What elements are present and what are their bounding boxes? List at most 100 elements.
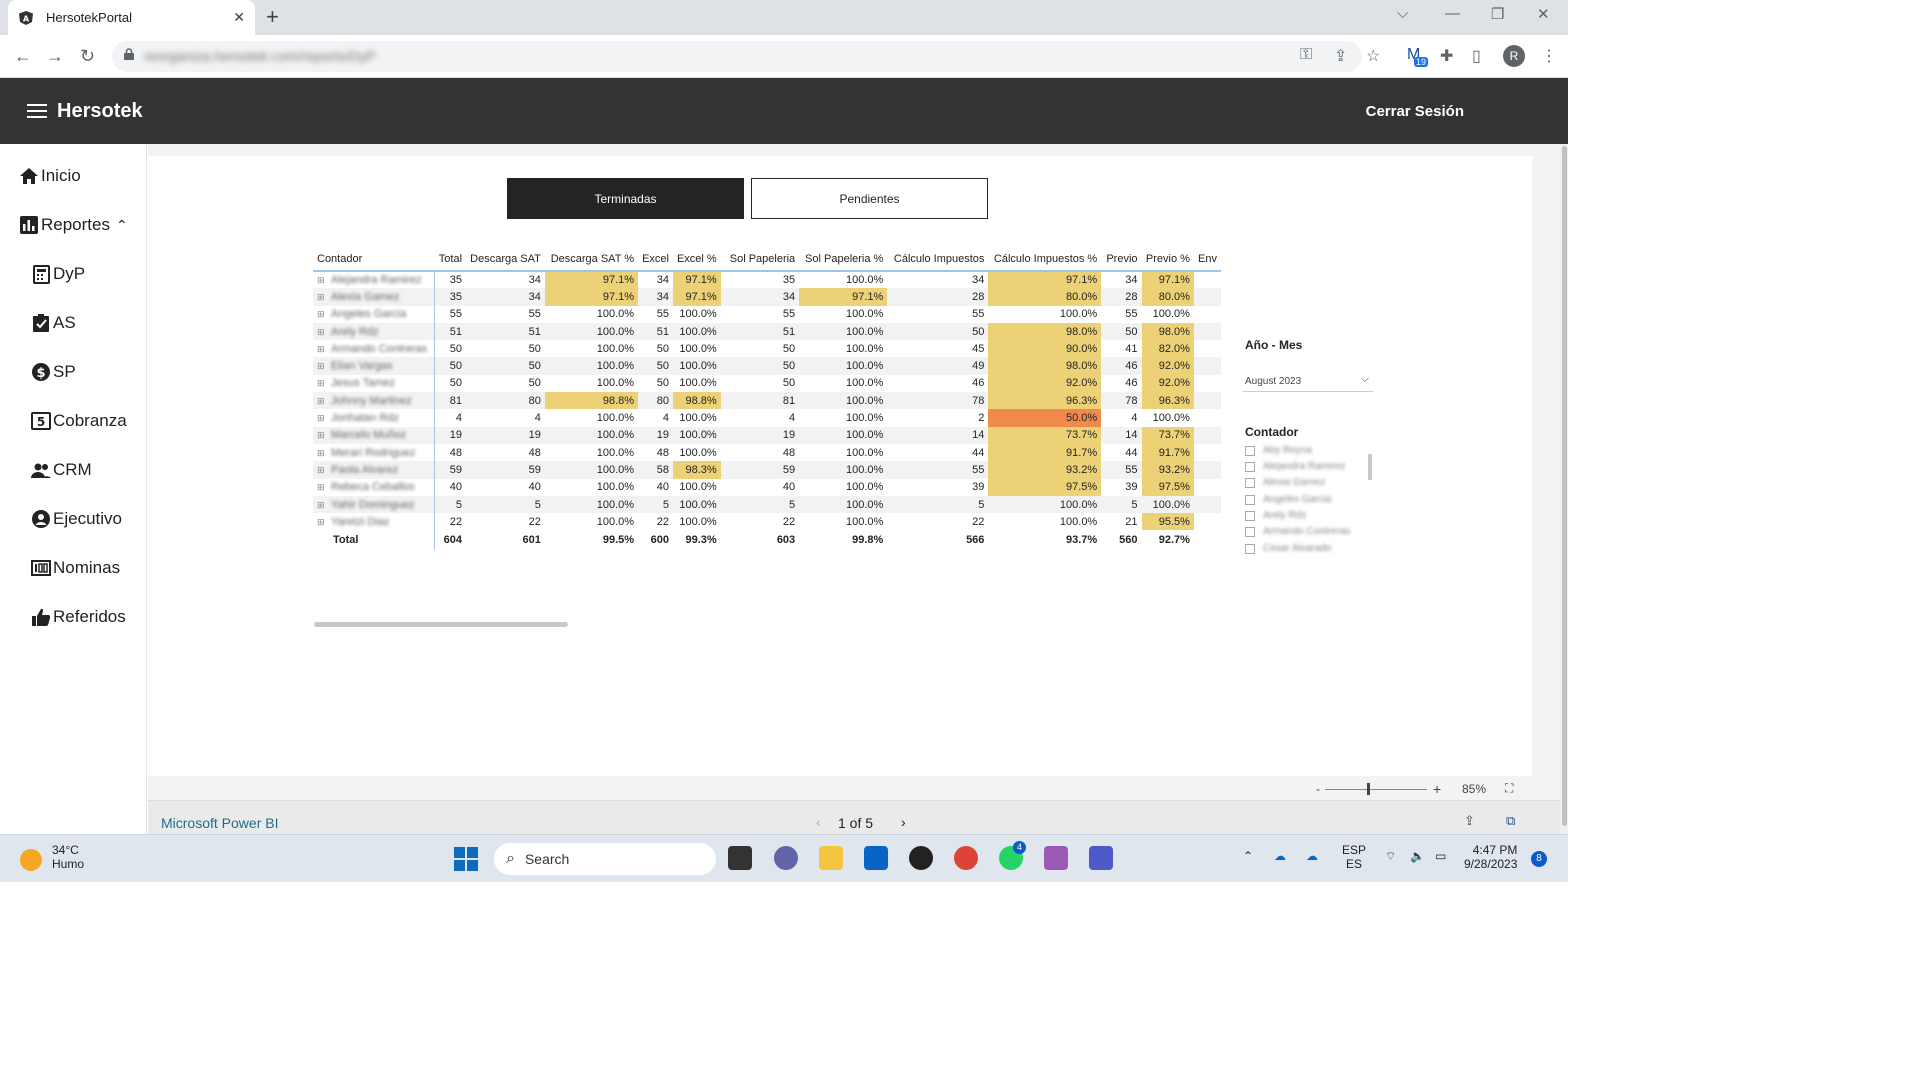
contador-option[interactable]: Cesar Alvarado: [1245, 543, 1331, 554]
teams-icon[interactable]: [1089, 846, 1113, 870]
expand-icon[interactable]: ⊞: [317, 327, 325, 338]
notification-badge[interactable]: 8: [1531, 851, 1547, 867]
expand-icon[interactable]: ⊞: [317, 465, 325, 476]
table-row[interactable]: ⊞ Johnny Martinez 81 80 98.8% 80 98.8% 81 100.0%…: [313, 392, 1221, 410]
zoom-slider[interactable]: [1325, 789, 1427, 790]
row-label[interactable]: ⊞ Rebeca Ceballos: [313, 478, 435, 496]
expand-icon[interactable]: ⊞: [317, 430, 325, 441]
key-icon[interactable]: ⚿: [1300, 46, 1312, 64]
total-row[interactable]: Total 604 601 99.5% 600 99.3% 603 99.8% 566 93.7%…: [313, 530, 1221, 551]
column-header[interactable]: Total: [434, 247, 467, 272]
table-row[interactable]: ⊞ Paola Alvarez 59 59 100.0% 58 98.3% 59 100.0% 5…: [313, 461, 1221, 479]
column-header[interactable]: Excel %: [672, 247, 721, 272]
battery-icon[interactable]: ▭: [1435, 849, 1446, 863]
maximize-icon[interactable]: ❐: [1491, 5, 1504, 23]
sidebar-item-inicio[interactable]: Inicio: [19, 166, 81, 186]
sidebar-item-dyp[interactable]: DyP: [31, 264, 85, 284]
forward-icon[interactable]: →: [46, 46, 64, 67]
windows-start-icon[interactable]: [454, 847, 478, 871]
expand-icon[interactable]: ⊞: [317, 482, 325, 493]
sidebar-item-referidos[interactable]: Referidos: [31, 607, 126, 627]
column-header[interactable]: Excel: [638, 247, 673, 272]
table-row[interactable]: ⊞ Jesus Tamez 50 50 100.0% 50 100.0% 50 100.0% 46…: [313, 374, 1221, 393]
back-icon[interactable]: ←: [14, 46, 32, 67]
contador-option[interactable]: Armando Contreras: [1245, 526, 1350, 537]
table-row[interactable]: ⊞ Armando Contreras 50 50 100.0% 50 100.0% 50 10…: [313, 340, 1221, 358]
column-header[interactable]: Previo: [1101, 247, 1142, 272]
share-report-icon[interactable]: ⇪: [1464, 813, 1475, 829]
column-header[interactable]: Previo %: [1141, 247, 1194, 272]
task-view-icon[interactable]: [728, 846, 752, 870]
table-row[interactable]: ⊞ Merari Rodriguez 48 48 100.0% 48 100.0% 48 100…: [313, 443, 1221, 462]
volume-icon[interactable]: 🔈: [1410, 849, 1425, 863]
row-label[interactable]: ⊞ Yahir Dominguez: [313, 495, 435, 514]
table-row[interactable]: ⊞ Arely Rdz 51 51 100.0% 51 100.0% 51 100.0% 50 98…: [313, 322, 1221, 341]
bookmark-star-icon[interactable]: ☆: [1366, 46, 1380, 66]
file-explorer-icon[interactable]: [819, 846, 843, 870]
extensions-puzzle-icon[interactable]: ✚: [1440, 46, 1453, 66]
sidebar-item-crm[interactable]: CRM: [31, 460, 92, 480]
contador-option[interactable]: Alejandra Ramirez: [1245, 461, 1345, 472]
expand-icon[interactable]: ⊞: [317, 292, 325, 303]
sidebar-item-reportes[interactable]: Reportes ⌃: [19, 215, 128, 235]
date-slicer-dropdown[interactable]: August 2023 ⌵: [1243, 372, 1373, 392]
row-label[interactable]: ⊞ Jesus Tamez: [313, 374, 435, 393]
column-header[interactable]: Contador: [313, 247, 435, 272]
expand-icon[interactable]: ⊞: [317, 500, 325, 511]
wifi-icon[interactable]: ⌔: [1385, 849, 1396, 864]
table-row[interactable]: ⊞ Jonhatan Rdz 4 4 100.0% 4 100.0% 4 100.0% 2 50.0…: [313, 409, 1221, 427]
table-row[interactable]: ⊞ Marcelo Muñoz 19 19 100.0% 19 100.0% 19 100.0%…: [313, 426, 1221, 444]
side-panel-icon[interactable]: ▯: [1472, 46, 1481, 66]
profile-avatar[interactable]: R: [1503, 45, 1525, 67]
row-label[interactable]: ⊞ Arely Rdz: [313, 322, 435, 341]
matrix-table[interactable]: Contador Total Descarga SAT Descarga SAT % E…: [313, 247, 1221, 551]
column-header[interactable]: Env: [1193, 247, 1221, 272]
expand-icon[interactable]: ⊞: [317, 396, 325, 407]
zoom-slider-thumb[interactable]: [1367, 783, 1370, 795]
expand-icon[interactable]: ⊞: [317, 344, 325, 355]
pendientes-button[interactable]: Pendientes: [751, 178, 988, 219]
row-label[interactable]: Total: [313, 530, 435, 551]
table-row[interactable]: ⊞ Yahir Dominguez 5 5 100.0% 5 100.0% 5 100.0% 5 1…: [313, 495, 1221, 514]
expand-icon[interactable]: ⊞: [317, 378, 325, 389]
table-row[interactable]: ⊞ Alejandra Ramirez 35 34 97.1% 34 97.1% 35 100.…: [313, 271, 1221, 289]
next-page-icon[interactable]: ›: [901, 814, 906, 830]
fit-to-page-icon[interactable]: ⛶: [1505, 781, 1513, 796]
expand-icon[interactable]: ⊞: [317, 517, 325, 528]
row-label[interactable]: ⊞ Angeles Garcia: [313, 305, 435, 323]
minimize-icon[interactable]: —: [1445, 5, 1460, 22]
expand-icon[interactable]: ⊞: [317, 361, 325, 372]
column-header[interactable]: Cálculo Impuestos: [887, 247, 989, 272]
row-label[interactable]: ⊞ Marcelo Muñoz: [313, 426, 435, 444]
onedrive-icon[interactable]: ☁: [1274, 849, 1286, 863]
column-header[interactable]: Descarga SAT: [466, 247, 545, 272]
sidebar-item-as[interactable]: AS: [31, 313, 76, 333]
zoom-out-button[interactable]: -: [1316, 782, 1320, 796]
onedrive-business-icon[interactable]: ☁: [1306, 849, 1318, 863]
weather-widget[interactable]: 34°C Humo: [20, 843, 84, 871]
new-tab-icon[interactable]: +: [266, 4, 279, 30]
column-header[interactable]: Cálculo Impuestos %: [988, 247, 1102, 272]
expand-icon[interactable]: ⊞: [317, 309, 325, 320]
column-header[interactable]: Sol Papeleria: [720, 247, 800, 272]
close-window-icon[interactable]: ✕: [1537, 5, 1550, 23]
tray-expand-icon[interactable]: ⌃: [1243, 849, 1253, 863]
language-indicator[interactable]: ESP ES: [1342, 843, 1366, 871]
taskbar-search[interactable]: ⌕ Search: [494, 843, 716, 875]
snipping-tool-icon[interactable]: [1044, 846, 1068, 870]
sidebar-item-nominas[interactable]: Nominas: [31, 558, 120, 578]
row-label[interactable]: ⊞ Merari Rodriguez: [313, 443, 435, 462]
meet-icon[interactable]: [774, 846, 798, 870]
table-row[interactable]: ⊞ Angeles Garcia 55 55 100.0% 55 100.0% 55 100.0…: [313, 305, 1221, 323]
browser-menu-icon[interactable]: ⋮: [1541, 46, 1557, 66]
sidebar-item-ejecutivo[interactable]: Ejecutivo: [31, 509, 122, 529]
expand-icon[interactable]: ⊞: [317, 448, 325, 459]
contador-option[interactable]: Angeles Garcia: [1245, 494, 1331, 505]
row-label[interactable]: ⊞ Elian Vargas: [313, 357, 435, 375]
contador-option[interactable]: Aby Reyna: [1245, 445, 1312, 456]
zoom-in-button[interactable]: +: [1433, 781, 1441, 797]
row-label[interactable]: ⊞ Yaretzi Diaz: [313, 513, 435, 531]
row-label[interactable]: ⊞ Jonhatan Rdz: [313, 409, 435, 427]
close-tab-icon[interactable]: ✕: [233, 9, 245, 26]
browser-tab[interactable]: A HersotekPortal ✕: [8, 0, 255, 35]
